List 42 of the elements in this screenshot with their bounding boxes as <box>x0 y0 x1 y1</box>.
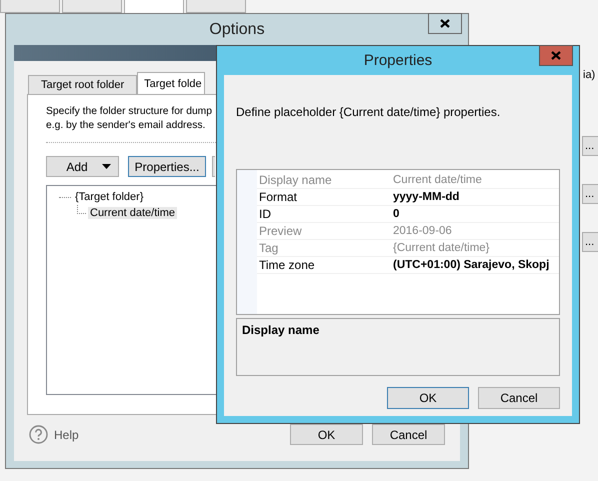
tree-item[interactable]: {Target folder} <box>73 191 146 203</box>
property-value[interactable]: yyyy-MM-dd <box>393 191 559 203</box>
background-tab[interactable] <box>0 0 60 13</box>
close-icon <box>440 19 450 28</box>
tab[interactable]: Target folde <box>137 72 206 94</box>
background-button[interactable]: ... <box>582 232 598 252</box>
property-name[interactable]: Display name <box>257 173 393 187</box>
help-title: Display name <box>242 323 320 337</box>
property-name[interactable]: Tag <box>257 241 393 255</box>
property-name[interactable]: Time zone <box>257 258 393 272</box>
close-icon <box>551 51 561 60</box>
property-value[interactable]: {Current date/time} <box>393 242 559 254</box>
add-dropdown-button[interactable]: Add <box>46 156 119 177</box>
background-tab[interactable] <box>186 0 246 13</box>
description-text: Specify the folder structure for dump <box>46 105 212 119</box>
property-value[interactable]: 2016-09-06 <box>393 225 559 237</box>
dialog-button[interactable]: OK <box>387 387 469 409</box>
description-text: e.g. by the sender's email address. <box>46 119 206 133</box>
dialog-button[interactable]: Cancel <box>372 424 445 445</box>
dialog-button[interactable]: Cancel <box>478 387 560 409</box>
tab[interactable]: Target root folder <box>28 75 138 94</box>
window-title: Options <box>209 20 265 38</box>
background-button[interactable]: ... <box>582 184 598 204</box>
close-button[interactable] <box>428 13 462 34</box>
tree-item[interactable]: Current date/time <box>88 207 177 219</box>
property-value[interactable]: (UTC+01:00) Sarajevo, Skopj <box>393 259 559 271</box>
description-text: Define placeholder {Current date/time} properties. <box>236 105 502 121</box>
window-title: Properties <box>364 52 432 69</box>
background-tab[interactable] <box>62 0 122 13</box>
property-name[interactable]: ID <box>257 207 393 221</box>
help-link[interactable]: Help <box>54 428 79 442</box>
property-name[interactable]: Preview <box>257 224 393 238</box>
caret-icon <box>102 164 111 169</box>
property-value[interactable]: 0 <box>393 208 559 220</box>
property-value[interactable]: Current date/time <box>393 174 559 186</box>
background-label: ia) <box>583 69 596 81</box>
help-icon[interactable] <box>29 425 48 444</box>
property-name[interactable]: Format <box>257 190 393 204</box>
toolbar-button[interactable] <box>212 156 215 177</box>
background-button[interactable]: ... <box>582 136 598 156</box>
dialog-button[interactable]: OK <box>290 424 363 445</box>
properties-button[interactable]: Properties... <box>128 156 206 177</box>
